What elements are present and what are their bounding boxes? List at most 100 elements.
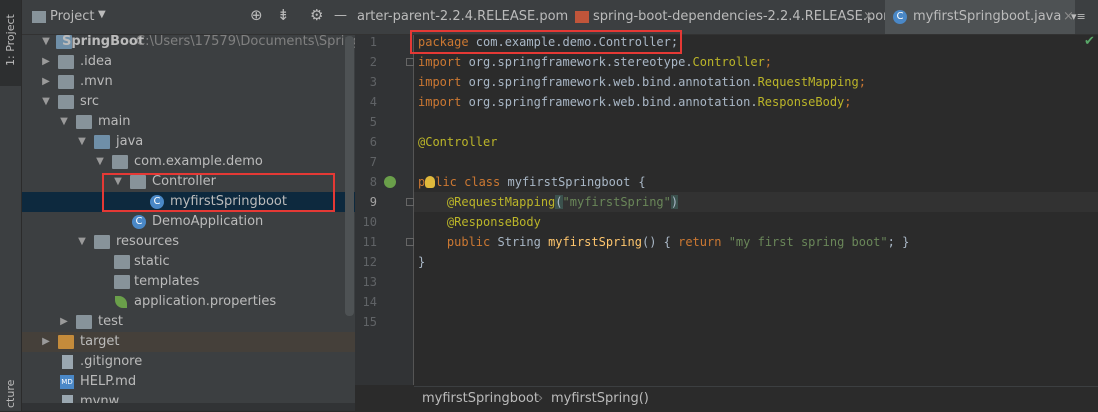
tree-item-templates[interactable]: templates (22, 272, 355, 292)
line-number: 3 (369, 75, 377, 89)
folder-icon (58, 75, 74, 89)
code-line-6[interactable]: @Controller (418, 132, 497, 152)
tree-item-demoapplication[interactable]: C DemoApplication (22, 212, 355, 232)
project-scrollbar[interactable] (345, 36, 354, 316)
structure-tool-label[interactable]: cture (4, 380, 17, 408)
breadcrumb-separator: › (538, 391, 544, 406)
tree-item-mvn[interactable]: ▶ .mvn (22, 72, 355, 92)
code-text: } (418, 255, 426, 269)
line-number: 7 (369, 155, 377, 169)
line-number: 11 (362, 235, 377, 249)
code-text: ) (670, 195, 679, 209)
code-text: org.springframework.stereotype. (461, 55, 693, 69)
breadcrumb-class[interactable]: myfirstSpringboot (422, 391, 539, 406)
spring-class-icon: C (132, 215, 146, 229)
keyword: import (418, 75, 462, 89)
collapsed-arrow-icon: ▶ (42, 336, 50, 347)
code-line-12[interactable]: } (418, 252, 425, 272)
project-horizontal-scrollbar[interactable] (22, 403, 355, 411)
folder-icon (32, 11, 46, 23)
tree-item-label: resources (116, 234, 180, 249)
tool-window-strip: 1: Project cture (0, 0, 22, 411)
line-number: 5 (369, 115, 377, 129)
project-tool-tab[interactable]: 1: Project (0, 0, 21, 86)
close-icon[interactable]: × (863, 0, 874, 34)
collapsed-arrow-icon: ▶ (60, 316, 68, 327)
expand-arrow-icon: ▼ (42, 96, 50, 107)
code-line-3[interactable]: import org.springframework.web.bind.anno… (418, 72, 866, 92)
collapsed-arrow-icon: ▶ (42, 76, 50, 87)
spring-bean-gutter-icon[interactable] (384, 176, 396, 188)
package-icon (112, 155, 128, 169)
code-line-10[interactable]: @ResponseBody (418, 212, 541, 232)
annotation: @RequestMapping (446, 195, 556, 209)
tab-myfirstspringboot-java[interactable]: C myfirstSpringboot.java × (885, 0, 1075, 34)
keyword: import (418, 55, 462, 69)
tree-item-application-properties[interactable]: application.properties (22, 292, 355, 312)
tab-label: arter-parent-2.2.4.RELEASE.pom (357, 9, 569, 24)
tree-item-target[interactable]: ▶ target (22, 332, 355, 352)
tab-starter-parent-pom[interactable]: arter-parent-2.2.4.RELEASE.pom (355, 0, 568, 34)
tab-dependencies-pom[interactable]: spring-boot-dependencies-2.2.4.RELEASE.p… (555, 0, 896, 34)
tree-item-java[interactable]: ▼ java (22, 132, 355, 152)
collapse-all-icon[interactable]: ⇟ (277, 6, 290, 24)
code-class-name: RequestMapping (757, 75, 859, 89)
highlight-box-tree (102, 173, 335, 212)
project-panel-header: Project ▼ ⊕ ⇟ ⚙ — (22, 0, 355, 35)
tree-item-test[interactable]: ▶ test (22, 312, 355, 332)
folder-icon (76, 315, 92, 329)
expand-arrow-icon: ▼ (60, 116, 68, 127)
keyword: return (678, 235, 722, 249)
code-line-4[interactable]: import org.springframework.web.bind.anno… (418, 92, 852, 112)
code-line-11[interactable]: public String myfirstSpring() { return "… (418, 232, 909, 252)
tree-item-resources[interactable]: ▼ resources (22, 232, 355, 252)
tab-label: myfirstSpringboot.java (913, 9, 1062, 24)
code-text: ; (844, 95, 852, 109)
tab-overflow-icon[interactable]: ▾≡ (1071, 10, 1086, 23)
fold-marker-icon[interactable] (406, 198, 414, 206)
code-text: ; (858, 75, 866, 89)
expand-arrow-icon: ▼ (78, 136, 86, 147)
fold-marker-icon[interactable] (406, 238, 414, 246)
code-text: () { (641, 235, 679, 249)
code-line-2[interactable]: import org.springframework.stereotype.Co… (418, 52, 772, 72)
line-number: 14 (362, 295, 377, 309)
tree-item-label: templates (134, 274, 200, 289)
code-text: ; } (887, 235, 910, 249)
locate-icon[interactable]: ⊕ (250, 6, 263, 24)
tree-item-label: target (80, 334, 120, 349)
markdown-file-icon: MD (60, 375, 74, 389)
tree-item-label: HELP.md (80, 374, 137, 389)
hide-icon[interactable]: — (334, 8, 347, 23)
source-folder-icon (94, 135, 110, 149)
code-line-9[interactable]: @RequestMapping("myfirstSpring") (418, 192, 679, 212)
chevron-down-icon[interactable]: ▼ (98, 9, 106, 20)
tree-item-label: DemoApplication (152, 214, 264, 229)
tree-item-label: static (134, 254, 170, 269)
tree-item-label: java (116, 134, 144, 149)
lightbulb-icon[interactable] (425, 176, 436, 188)
tree-item-springboot[interactable]: ▼ SpringBoot C:\Users\17579\Documents\Sp… (22, 32, 391, 52)
tree-item-idea[interactable]: ▶ .idea (22, 52, 355, 72)
tree-item-main[interactable]: ▼ main (22, 112, 355, 132)
fold-marker-icon[interactable] (406, 58, 414, 66)
gear-icon[interactable]: ⚙ (310, 6, 323, 24)
breadcrumb-method[interactable]: myfirstSpring() (551, 391, 649, 406)
tree-item-help-md[interactable]: MD HELP.md (22, 372, 355, 392)
line-number: 8 (369, 175, 377, 189)
line-number: 6 (369, 135, 377, 149)
line-number: 10 (362, 215, 377, 229)
tree-item-package[interactable]: ▼ com.example.demo (22, 152, 355, 172)
class-name: myfirstSpringboot (500, 175, 631, 189)
check-icon: ✔ (1084, 34, 1095, 49)
tree-item-gitignore[interactable]: .gitignore (22, 352, 355, 372)
code-line-8[interactable]: p lic class myfirstSpringboot { (418, 172, 646, 192)
code-class-name: ResponseBody (757, 95, 845, 109)
keyword: import (418, 95, 462, 109)
folder-icon (114, 255, 130, 269)
tree-item-static[interactable]: static (22, 252, 355, 272)
project-view-title[interactable]: Project (50, 9, 94, 24)
tree-item-src[interactable]: ▼ src (22, 92, 355, 112)
tree-item-label: com.example.demo (134, 154, 263, 169)
method-name: myfirstSpring (548, 235, 642, 249)
